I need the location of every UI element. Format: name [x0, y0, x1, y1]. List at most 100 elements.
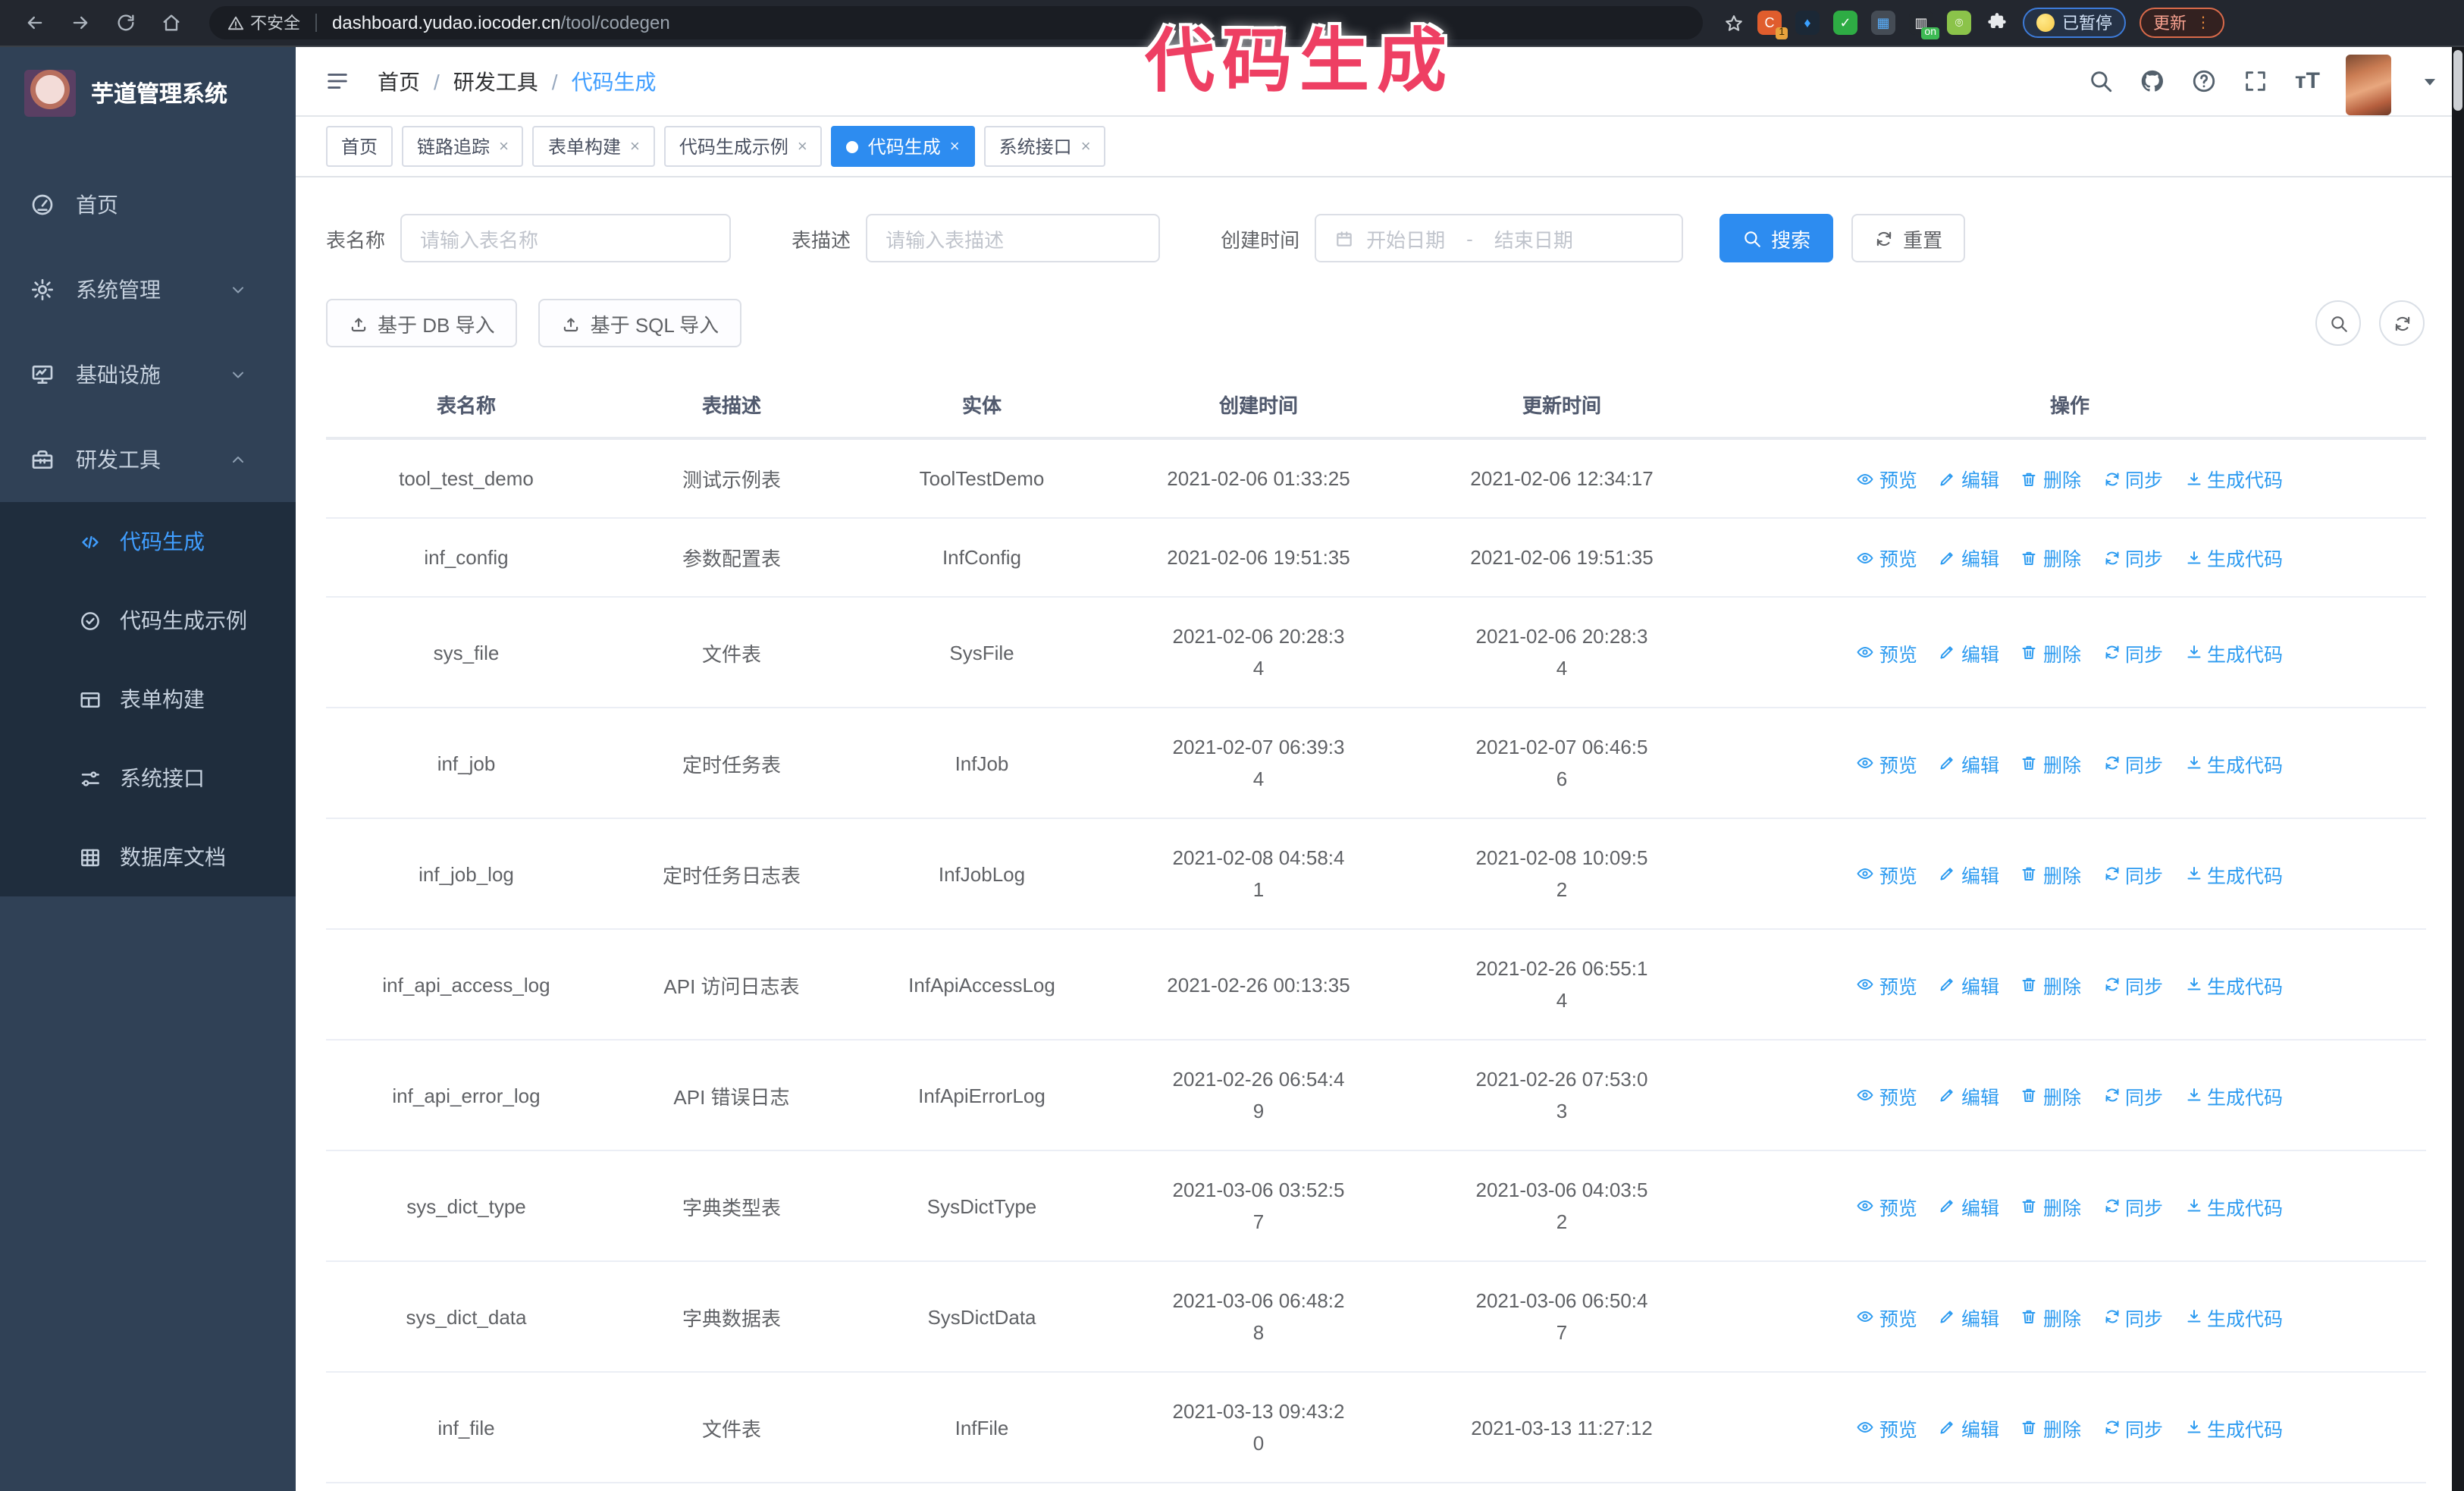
action-edit[interactable]: 编辑 [1939, 543, 1999, 572]
table-row[interactable]: inf_config 参数配置表 InfConfig 2021-02-06 19… [326, 518, 2426, 598]
table-row[interactable]: sys_dict_type 字典类型表 SysDictType 2021-03-… [326, 1150, 2426, 1262]
security-warning[interactable]: 不安全 [227, 11, 300, 35]
action-edit[interactable]: 编辑 [1939, 464, 1999, 493]
app-logo[interactable]: 芋道管理系统 [0, 47, 296, 138]
action-preview[interactable]: 预览 [1857, 464, 1917, 493]
action-edit[interactable]: 编辑 [1939, 1302, 1999, 1331]
font-size-icon[interactable]: тT [2295, 68, 2320, 94]
action-preview[interactable]: 预览 [1857, 859, 1917, 888]
action-generate[interactable]: 生成代码 [2184, 749, 2283, 777]
close-icon[interactable]: × [499, 137, 509, 155]
action-sync[interactable]: 同步 [2102, 1081, 2163, 1110]
close-icon[interactable]: × [950, 137, 960, 155]
table-row[interactable]: sys_file 文件表 SysFile 2021-02-06 20:28:3 … [326, 597, 2426, 708]
action-edit[interactable]: 编辑 [1939, 749, 1999, 777]
action-sync[interactable]: 同步 [2102, 859, 2163, 888]
table-row[interactable]: inf_api_access_log API 访问日志表 InfApiAcces… [326, 929, 2426, 1041]
table-row[interactable]: tool_test_demo 测试示例表 ToolTestDemo 2021-0… [326, 438, 2426, 519]
ext-on-icon[interactable]: ▥ on [1909, 11, 1939, 39]
action-sync[interactable]: 同步 [2102, 543, 2163, 572]
action-delete[interactable]: 删除 [2020, 464, 2081, 493]
refresh-table-button[interactable] [2379, 300, 2425, 346]
table-row[interactable]: inf_job 定时任务表 InfJob 2021-02-07 06:39:3 … [326, 708, 2426, 819]
search-icon[interactable] [2089, 68, 2114, 94]
action-sync[interactable]: 同步 [2102, 1191, 2163, 1220]
action-preview[interactable]: 预览 [1857, 970, 1917, 999]
home-icon[interactable] [149, 12, 194, 33]
start-date-placeholder[interactable]: 开始日期 [1366, 224, 1445, 253]
ext-android-icon[interactable]: ⌾ [1947, 11, 1971, 35]
table-desc-input[interactable]: 请输入表描述 [866, 214, 1161, 262]
action-edit[interactable]: 编辑 [1939, 1413, 1999, 1442]
action-edit[interactable]: 编辑 [1939, 638, 1999, 667]
close-icon[interactable]: × [630, 137, 640, 155]
action-delete[interactable]: 删除 [2020, 1191, 2081, 1220]
avatar[interactable] [2346, 54, 2391, 115]
action-generate[interactable]: 生成代码 [2184, 543, 2283, 572]
action-preview[interactable]: 预览 [1857, 1302, 1917, 1331]
action-sync[interactable]: 同步 [2102, 1413, 2163, 1442]
action-edit[interactable]: 编辑 [1939, 970, 1999, 999]
ext-grid-icon[interactable]: ▦ [1871, 11, 1895, 35]
table-row[interactable]: inf_job_log 定时任务日志表 InfJobLog 2021-02-08… [326, 818, 2426, 930]
action-generate[interactable]: 生成代码 [2184, 970, 2283, 999]
back-icon[interactable] [12, 12, 58, 33]
action-generate[interactable]: 生成代码 [2184, 1081, 2283, 1110]
action-sync[interactable]: 同步 [2102, 638, 2163, 667]
action-delete[interactable]: 删除 [2020, 749, 2081, 777]
breadcrumb-tools[interactable]: 研发工具 [453, 66, 538, 96]
forward-icon[interactable] [58, 12, 103, 33]
action-preview[interactable]: 预览 [1857, 543, 1917, 572]
scrollbar-thumb[interactable] [2453, 50, 2462, 111]
toggle-search-button[interactable] [2315, 300, 2361, 346]
db-import-button[interactable]: 基于 DB 导入 [326, 299, 518, 347]
tab-5[interactable]: 系统接口 × [983, 126, 1106, 167]
date-range-picker[interactable]: 开始日期 - 结束日期 [1315, 214, 1684, 262]
action-preview[interactable]: 预览 [1857, 1081, 1917, 1110]
tab-0[interactable]: 首页 [326, 126, 393, 167]
action-edit[interactable]: 编辑 [1939, 1191, 1999, 1220]
sidebar-subitem-2[interactable]: 表单构建 [0, 660, 296, 739]
action-preview[interactable]: 预览 [1857, 1191, 1917, 1220]
action-delete[interactable]: 删除 [2020, 1413, 2081, 1442]
action-preview[interactable]: 预览 [1857, 1413, 1917, 1442]
action-generate[interactable]: 生成代码 [2184, 1413, 2283, 1442]
reload-icon[interactable] [103, 12, 149, 33]
action-delete[interactable]: 删除 [2020, 970, 2081, 999]
action-generate[interactable]: 生成代码 [2184, 638, 2283, 667]
table-name-input[interactable]: 请输入表名称 [400, 214, 732, 262]
chevron-down-icon[interactable] [2417, 68, 2443, 94]
action-delete[interactable]: 删除 [2020, 859, 2081, 888]
sidebar-item-2[interactable]: 基础设施 [0, 332, 296, 417]
action-edit[interactable]: 编辑 [1939, 1081, 1999, 1110]
action-generate[interactable]: 生成代码 [2184, 859, 2283, 888]
sidebar-item-1[interactable]: 系统管理 [0, 247, 296, 332]
table-row[interactable]: inf_api_error_log API 错误日志 InfApiErrorLo… [326, 1040, 2426, 1151]
table-row[interactable]: inf_file 文件表 InfFile 2021-03-13 09:43:2 … [326, 1372, 2426, 1483]
action-generate[interactable]: 生成代码 [2184, 1191, 2283, 1220]
sidebar-subitem-3[interactable]: 系统接口 [0, 739, 296, 818]
end-date-placeholder[interactable]: 结束日期 [1494, 224, 1573, 253]
bookmark-star-icon[interactable] [1724, 13, 1744, 33]
ext-puzzle-icon[interactable] [1985, 11, 2009, 35]
action-edit[interactable]: 编辑 [1939, 859, 1999, 888]
ext-orange-icon[interactable]: C1 [1757, 11, 1788, 39]
breadcrumb-home[interactable]: 首页 [378, 66, 420, 96]
sidebar-subitem-1[interactable]: 代码生成示例 [0, 581, 296, 660]
sidebar-subitem-4[interactable]: 数据库文档 [0, 818, 296, 896]
sql-import-button[interactable]: 基于 SQL 导入 [538, 299, 742, 347]
action-preview[interactable]: 预览 [1857, 749, 1917, 777]
table-row[interactable]: sys_dict_data 字典数据表 SysDictData 2021-03-… [326, 1261, 2426, 1373]
tab-3[interactable]: 代码生成示例 × [663, 126, 823, 167]
action-generate[interactable]: 生成代码 [2184, 464, 2283, 493]
action-delete[interactable]: 删除 [2020, 1081, 2081, 1110]
help-icon[interactable] [2192, 68, 2218, 94]
sidebar-item-3[interactable]: 研发工具 [0, 417, 296, 502]
ext-gem-icon[interactable]: ♦ [1795, 11, 1820, 35]
sidebar-item-0[interactable]: 首页 [0, 162, 296, 247]
action-preview[interactable]: 预览 [1857, 638, 1917, 667]
hamburger-icon[interactable] [324, 68, 350, 94]
fullscreen-icon[interactable] [2243, 68, 2269, 94]
tab-1[interactable]: 链路追踪 × [402, 126, 524, 167]
action-sync[interactable]: 同步 [2102, 970, 2163, 999]
